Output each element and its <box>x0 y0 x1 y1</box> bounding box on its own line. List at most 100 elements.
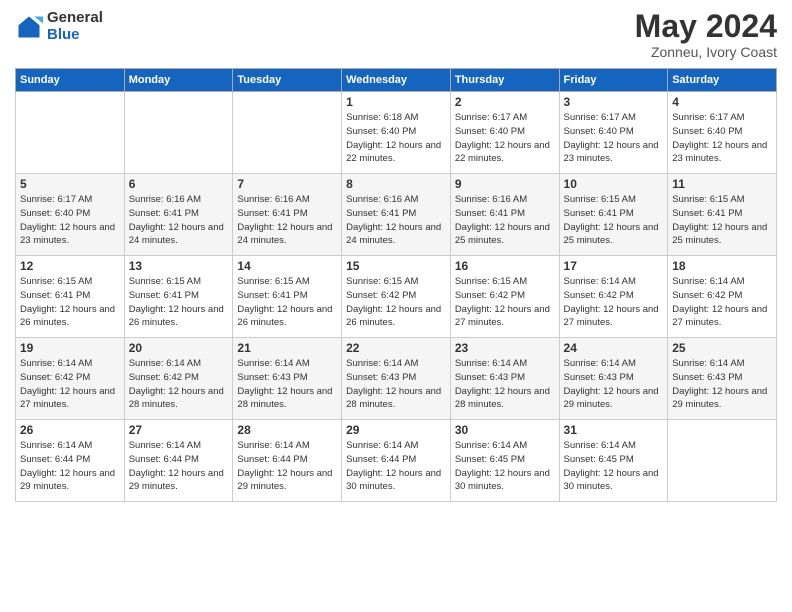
calendar-table: Sunday Monday Tuesday Wednesday Thursday… <box>15 68 777 502</box>
day-cell-w3-d0: 19 Sunrise: 6:14 AM Sunset: 6:42 PM Dayli… <box>16 338 125 420</box>
day-number-19: 19 <box>20 341 120 355</box>
day-number-15: 15 <box>346 259 446 273</box>
day-info-6: Sunrise: 6:16 AM Sunset: 6:41 PM Dayligh… <box>129 193 229 248</box>
day-info-3: Sunrise: 6:17 AM Sunset: 6:40 PM Dayligh… <box>564 111 664 166</box>
day-info-26: Sunrise: 6:14 AM Sunset: 6:44 PM Dayligh… <box>20 439 120 494</box>
day-info-27: Sunrise: 6:14 AM Sunset: 6:44 PM Dayligh… <box>129 439 229 494</box>
day-info-2: Sunrise: 6:17 AM Sunset: 6:40 PM Dayligh… <box>455 111 555 166</box>
week-row-0: 1 Sunrise: 6:18 AM Sunset: 6:40 PM Daylig… <box>16 92 777 174</box>
day-number-6: 6 <box>129 177 229 191</box>
day-info-16: Sunrise: 6:15 AM Sunset: 6:42 PM Dayligh… <box>455 275 555 330</box>
day-number-10: 10 <box>564 177 664 191</box>
week-row-4: 26 Sunrise: 6:14 AM Sunset: 6:44 PM Dayli… <box>16 420 777 502</box>
day-number-27: 27 <box>129 423 229 437</box>
day-info-31: Sunrise: 6:14 AM Sunset: 6:45 PM Dayligh… <box>564 439 664 494</box>
col-saturday: Saturday <box>668 69 777 92</box>
day-info-1: Sunrise: 6:18 AM Sunset: 6:40 PM Dayligh… <box>346 111 446 166</box>
day-number-13: 13 <box>129 259 229 273</box>
day-cell-w4-d6 <box>668 420 777 502</box>
day-number-24: 24 <box>564 341 664 355</box>
day-info-22: Sunrise: 6:14 AM Sunset: 6:43 PM Dayligh… <box>346 357 446 412</box>
day-cell-w3-d4: 23 Sunrise: 6:14 AM Sunset: 6:43 PM Dayli… <box>450 338 559 420</box>
day-cell-w2-d1: 13 Sunrise: 6:15 AM Sunset: 6:41 PM Dayli… <box>124 256 233 338</box>
day-cell-w1-d0: 5 Sunrise: 6:17 AM Sunset: 6:40 PM Daylig… <box>16 174 125 256</box>
day-cell-w1-d3: 8Sunrise: 6:16 AM Sunset: 6:41 PM Daylig… <box>342 174 451 256</box>
day-info-30: Sunrise: 6:14 AM Sunset: 6:45 PM Dayligh… <box>455 439 555 494</box>
logo: General Blue <box>15 10 103 43</box>
day-number-18: 18 <box>672 259 772 273</box>
day-number-21: 21 <box>237 341 337 355</box>
day-number-1: 1 <box>346 95 446 109</box>
day-cell-w4-d2: 28 Sunrise: 6:14 AM Sunset: 6:44 PM Dayli… <box>233 420 342 502</box>
day-cell-w2-d0: 12 Sunrise: 6:15 AM Sunset: 6:41 PM Dayli… <box>16 256 125 338</box>
calendar-title: May 2024 <box>635 10 777 42</box>
calendar-subtitle: Zonneu, Ivory Coast <box>635 44 777 60</box>
col-sunday: Sunday <box>16 69 125 92</box>
day-number-28: 28 <box>237 423 337 437</box>
day-number-2: 2 <box>455 95 555 109</box>
day-cell-w0-d4: 2 Sunrise: 6:17 AM Sunset: 6:40 PM Daylig… <box>450 92 559 174</box>
day-number-4: 4 <box>672 95 772 109</box>
day-cell-w0-d5: 3 Sunrise: 6:17 AM Sunset: 6:40 PM Daylig… <box>559 92 668 174</box>
day-number-31: 31 <box>564 423 664 437</box>
day-info-10: Sunrise: 6:15 AM Sunset: 6:41 PM Dayligh… <box>564 193 664 248</box>
page: General Blue May 2024 Zonneu, Ivory Coas… <box>0 0 792 612</box>
day-cell-w3-d5: 24Sunrise: 6:14 AM Sunset: 6:43 PM Dayli… <box>559 338 668 420</box>
day-number-9: 9 <box>455 177 555 191</box>
day-cell-w3-d1: 20Sunrise: 6:14 AM Sunset: 6:42 PM Dayli… <box>124 338 233 420</box>
day-info-9: Sunrise: 6:16 AM Sunset: 6:41 PM Dayligh… <box>455 193 555 248</box>
day-cell-w3-d6: 25 Sunrise: 6:14 AM Sunset: 6:43 PM Dayli… <box>668 338 777 420</box>
day-cell-w0-d2 <box>233 92 342 174</box>
day-info-29: Sunrise: 6:14 AM Sunset: 6:44 PM Dayligh… <box>346 439 446 494</box>
day-cell-w1-d6: 11Sunrise: 6:15 AM Sunset: 6:41 PM Dayli… <box>668 174 777 256</box>
logo-text: General Blue <box>47 10 103 43</box>
day-number-3: 3 <box>564 95 664 109</box>
calendar-header-row: Sunday Monday Tuesday Wednesday Thursday… <box>16 69 777 92</box>
day-number-7: 7 <box>237 177 337 191</box>
day-cell-w2-d6: 18 Sunrise: 6:14 AM Sunset: 6:42 PM Dayli… <box>668 256 777 338</box>
day-cell-w2-d3: 15 Sunrise: 6:15 AM Sunset: 6:42 PM Dayli… <box>342 256 451 338</box>
day-info-25: Sunrise: 6:14 AM Sunset: 6:43 PM Dayligh… <box>672 357 772 412</box>
col-thursday: Thursday <box>450 69 559 92</box>
header: General Blue May 2024 Zonneu, Ivory Coas… <box>15 10 777 60</box>
day-info-28: Sunrise: 6:14 AM Sunset: 6:44 PM Dayligh… <box>237 439 337 494</box>
day-info-12: Sunrise: 6:15 AM Sunset: 6:41 PM Dayligh… <box>20 275 120 330</box>
logo-general-text: General <box>47 10 103 27</box>
day-number-30: 30 <box>455 423 555 437</box>
day-info-23: Sunrise: 6:14 AM Sunset: 6:43 PM Dayligh… <box>455 357 555 412</box>
day-number-14: 14 <box>237 259 337 273</box>
day-cell-w4-d5: 31 Sunrise: 6:14 AM Sunset: 6:45 PM Dayli… <box>559 420 668 502</box>
title-block: May 2024 Zonneu, Ivory Coast <box>635 10 777 60</box>
day-number-12: 12 <box>20 259 120 273</box>
day-info-8: Sunrise: 6:16 AM Sunset: 6:41 PM Dayligh… <box>346 193 446 248</box>
day-cell-w4-d3: 29Sunrise: 6:14 AM Sunset: 6:44 PM Dayli… <box>342 420 451 502</box>
day-info-19: Sunrise: 6:14 AM Sunset: 6:42 PM Dayligh… <box>20 357 120 412</box>
day-number-23: 23 <box>455 341 555 355</box>
day-number-5: 5 <box>20 177 120 191</box>
day-number-26: 26 <box>20 423 120 437</box>
day-info-15: Sunrise: 6:15 AM Sunset: 6:42 PM Dayligh… <box>346 275 446 330</box>
logo-icon <box>15 13 43 41</box>
day-cell-w3-d3: 22Sunrise: 6:14 AM Sunset: 6:43 PM Dayli… <box>342 338 451 420</box>
day-cell-w4-d1: 27 Sunrise: 6:14 AM Sunset: 6:44 PM Dayli… <box>124 420 233 502</box>
day-number-25: 25 <box>672 341 772 355</box>
day-info-18: Sunrise: 6:14 AM Sunset: 6:42 PM Dayligh… <box>672 275 772 330</box>
day-info-14: Sunrise: 6:15 AM Sunset: 6:41 PM Dayligh… <box>237 275 337 330</box>
day-cell-w0-d1 <box>124 92 233 174</box>
day-cell-w2-d2: 14 Sunrise: 6:15 AM Sunset: 6:41 PM Dayli… <box>233 256 342 338</box>
day-number-17: 17 <box>564 259 664 273</box>
day-cell-w0-d6: 4 Sunrise: 6:17 AM Sunset: 6:40 PM Daylig… <box>668 92 777 174</box>
day-info-13: Sunrise: 6:15 AM Sunset: 6:41 PM Dayligh… <box>129 275 229 330</box>
day-cell-w3-d2: 21 Sunrise: 6:14 AM Sunset: 6:43 PM Dayli… <box>233 338 342 420</box>
day-info-7: Sunrise: 6:16 AM Sunset: 6:41 PM Dayligh… <box>237 193 337 248</box>
day-info-5: Sunrise: 6:17 AM Sunset: 6:40 PM Dayligh… <box>20 193 120 248</box>
col-friday: Friday <box>559 69 668 92</box>
day-info-4: Sunrise: 6:17 AM Sunset: 6:40 PM Dayligh… <box>672 111 772 166</box>
col-wednesday: Wednesday <box>342 69 451 92</box>
day-info-21: Sunrise: 6:14 AM Sunset: 6:43 PM Dayligh… <box>237 357 337 412</box>
col-tuesday: Tuesday <box>233 69 342 92</box>
day-info-11: Sunrise: 6:15 AM Sunset: 6:41 PM Dayligh… <box>672 193 772 248</box>
day-number-16: 16 <box>455 259 555 273</box>
day-cell-w2-d5: 17Sunrise: 6:14 AM Sunset: 6:42 PM Dayli… <box>559 256 668 338</box>
week-row-2: 12 Sunrise: 6:15 AM Sunset: 6:41 PM Dayli… <box>16 256 777 338</box>
